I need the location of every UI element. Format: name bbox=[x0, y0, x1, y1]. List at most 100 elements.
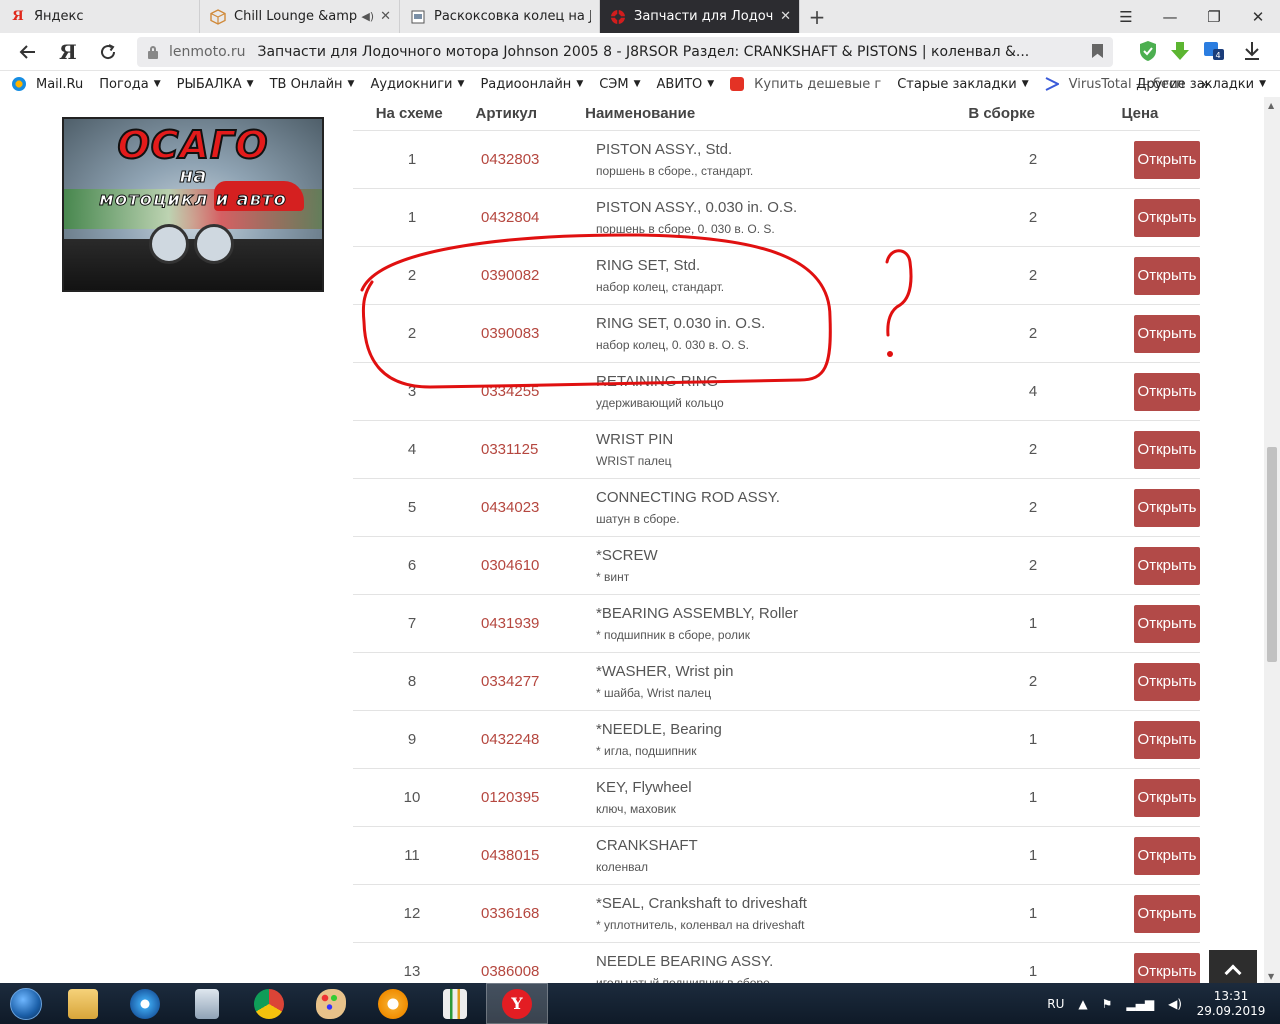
taskbar-compass[interactable] bbox=[114, 983, 176, 1024]
open-button[interactable]: Открыть bbox=[1134, 720, 1200, 759]
row-article-link[interactable]: 0390083 bbox=[471, 325, 596, 342]
table-row: 4 0331125 WRIST PIN WRIST палец 2 Открыть bbox=[353, 421, 1200, 479]
close-icon[interactable]: ✕ bbox=[780, 9, 791, 24]
open-button[interactable]: Открыть bbox=[1134, 662, 1200, 701]
row-article-link[interactable]: 0334277 bbox=[471, 673, 596, 690]
open-button[interactable]: Открыть bbox=[1134, 140, 1200, 179]
taskbar-vpn[interactable] bbox=[362, 983, 424, 1024]
scroll-to-top-button[interactable] bbox=[1209, 950, 1257, 983]
row-article-link[interactable]: 0432804 bbox=[471, 209, 596, 226]
taskbar-explorer[interactable] bbox=[52, 983, 114, 1024]
open-button[interactable]: Открыть bbox=[1134, 604, 1200, 643]
bookmark-icon[interactable] bbox=[1092, 44, 1103, 58]
caret-down-icon: ▼ bbox=[1021, 79, 1029, 89]
bookmark-folder-rybalka[interactable]: РЫБАЛКА ▼ bbox=[177, 77, 254, 92]
taskbar-taskmanager[interactable] bbox=[424, 983, 486, 1024]
row-article-link[interactable]: 0304610 bbox=[471, 557, 596, 574]
row-num: 12 bbox=[403, 905, 421, 922]
tab-lenmoto[interactable]: Запчасти для Лодочног ✕ bbox=[600, 0, 800, 33]
restore-icon[interactable]: ❐ bbox=[1192, 0, 1236, 33]
volume-icon[interactable]: ◀) bbox=[1168, 997, 1182, 1011]
row-name-ru: игольчатый подшипник в сборе bbox=[596, 975, 770, 984]
reload-icon[interactable] bbox=[88, 33, 128, 71]
open-button[interactable]: Открыть bbox=[1134, 314, 1200, 353]
tab-raskoksovka[interactable]: Раскоксовка колец на John bbox=[400, 0, 600, 33]
bookmark-folder-pogoda[interactable]: Погода ▼ bbox=[99, 77, 160, 92]
open-button[interactable]: Открыть bbox=[1134, 430, 1200, 469]
open-button[interactable]: Открыть bbox=[1134, 546, 1200, 585]
row-name-ru: * игла, подшипник bbox=[596, 743, 697, 758]
row-name: *SCREW * винт bbox=[596, 546, 951, 586]
row-article-link[interactable]: 0334255 bbox=[471, 383, 596, 400]
back-arrow-icon[interactable] bbox=[8, 33, 48, 71]
translate-extension-icon[interactable]: 4 bbox=[1202, 39, 1226, 63]
bookmark-folder-radio[interactable]: Радиоонлайн ▼ bbox=[480, 77, 583, 92]
bookmark-folder-old[interactable]: Старые закладки ▼ bbox=[897, 77, 1028, 92]
action-center-icon[interactable]: ⚑ bbox=[1102, 997, 1113, 1011]
tray-expand-icon[interactable]: ▲ bbox=[1078, 997, 1087, 1011]
close-window-icon[interactable]: ✕ bbox=[1236, 0, 1280, 33]
bookmark-label: Mail.Ru bbox=[36, 76, 84, 92]
lock-icon[interactable] bbox=[147, 45, 159, 59]
bookmark-label: СЭМ bbox=[599, 76, 629, 92]
row-article-link[interactable]: 0390082 bbox=[471, 267, 596, 284]
taskbar-paint[interactable] bbox=[300, 983, 362, 1024]
open-button[interactable]: Открыть bbox=[1134, 836, 1200, 875]
row-article-link[interactable]: 0336168 bbox=[471, 905, 596, 922]
open-button[interactable]: Открыть bbox=[1134, 372, 1200, 411]
close-icon[interactable]: ✕ bbox=[380, 9, 391, 24]
open-button[interactable]: Открыть bbox=[1134, 894, 1200, 933]
network-icon[interactable]: ▂▄▆ bbox=[1126, 997, 1154, 1011]
row-article-link[interactable]: 0386008 bbox=[471, 963, 596, 980]
menu-icon[interactable]: ☰ bbox=[1104, 0, 1148, 33]
scrollbar-thumb[interactable] bbox=[1267, 447, 1277, 662]
open-button[interactable]: Открыть bbox=[1134, 778, 1200, 817]
scroll-down-icon[interactable]: ▼ bbox=[1268, 972, 1274, 981]
open-button[interactable]: Открыть bbox=[1134, 256, 1200, 295]
osago-ad-banner[interactable]: ОСАГО на мотоцикл и авто bbox=[62, 117, 324, 292]
yandex-logo-icon[interactable]: Я bbox=[48, 33, 88, 71]
virustotal-icon bbox=[1045, 77, 1060, 91]
row-article-link[interactable]: 0431939 bbox=[471, 615, 596, 632]
bookmark-folder-sem[interactable]: СЭМ ▼ bbox=[599, 77, 640, 92]
system-tray: RU ▲ ⚑ ▂▄▆ ◀) 13:31 29.09.2019 bbox=[1047, 983, 1280, 1024]
row-article-link[interactable]: 0120395 bbox=[471, 789, 596, 806]
downloads-icon[interactable] bbox=[1240, 39, 1264, 63]
row-name-en: PISTON ASSY., 0.030 in. O.S. bbox=[596, 198, 798, 216]
other-bookmarks[interactable]: Другие закладки ▼ bbox=[1136, 71, 1266, 97]
taskbar-calculator[interactable] bbox=[176, 983, 238, 1024]
new-tab-button[interactable]: + bbox=[800, 0, 834, 33]
bookmark-mailru[interactable]: Mail.Ru bbox=[12, 77, 83, 92]
row-article-link[interactable]: 0438015 bbox=[471, 847, 596, 864]
download-extension-icon[interactable] bbox=[1168, 39, 1192, 63]
bookmark-aliexpress[interactable]: Купить дешевые г bbox=[730, 77, 881, 92]
start-button[interactable] bbox=[0, 983, 52, 1024]
page-scrollbar[interactable]: ▲ ▼ bbox=[1264, 97, 1280, 983]
row-price: Открыть bbox=[1115, 314, 1200, 353]
speaker-icon[interactable]: ◀) bbox=[361, 10, 374, 23]
row-num: 2 bbox=[407, 267, 417, 284]
address-bar[interactable]: lenmoto.ru Запчасти для Лодочного мотора… bbox=[137, 37, 1113, 67]
row-article-link[interactable]: 0434023 bbox=[471, 499, 596, 516]
row-article-link[interactable]: 0432248 bbox=[471, 731, 596, 748]
row-price: Открыть bbox=[1115, 430, 1200, 469]
header-name: Наименование bbox=[585, 105, 696, 122]
tab-yandex[interactable]: Я Яндекс bbox=[0, 0, 200, 33]
row-article-link[interactable]: 0331125 bbox=[471, 441, 596, 458]
bookmark-folder-audiobooks[interactable]: Аудиокниги ▼ bbox=[370, 77, 464, 92]
open-button[interactable]: Открыть bbox=[1134, 488, 1200, 527]
minimize-icon[interactable]: — bbox=[1148, 0, 1192, 33]
taskbar-yandex-browser[interactable]: Y bbox=[486, 983, 548, 1024]
row-article-link[interactable]: 0432803 bbox=[471, 151, 596, 168]
clock[interactable]: 13:31 29.09.2019 bbox=[1196, 989, 1266, 1019]
row-name-ru: * шайба, Wrist палец bbox=[596, 685, 712, 700]
tab-chill-lounge[interactable]: Chill Lounge &amp; S ◀) ✕ bbox=[200, 0, 400, 33]
taskbar-chrome[interactable] bbox=[238, 983, 300, 1024]
open-button[interactable]: Открыть bbox=[1134, 198, 1200, 237]
language-indicator[interactable]: RU bbox=[1047, 997, 1064, 1011]
bookmark-folder-tv[interactable]: ТВ Онлайн ▼ bbox=[270, 77, 355, 92]
open-button[interactable]: Открыть bbox=[1134, 952, 1200, 983]
bookmark-folder-avito[interactable]: АВИТО ▼ bbox=[657, 77, 715, 92]
scroll-up-icon[interactable]: ▲ bbox=[1268, 101, 1274, 110]
shield-icon[interactable] bbox=[1136, 39, 1160, 63]
